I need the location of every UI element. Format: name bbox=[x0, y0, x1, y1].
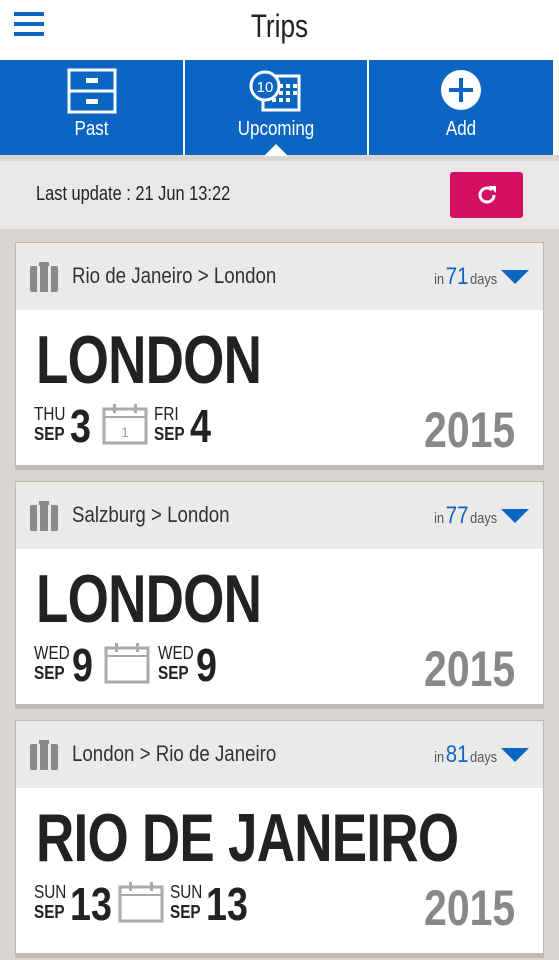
trip-card[interactable]: Rio de Janeiro > London in71 days LONDON … bbox=[15, 242, 544, 466]
trip-year: 2015 bbox=[423, 880, 515, 936]
trip-card[interactable]: London > Rio de Janeiro in81 days RIO DE … bbox=[15, 720, 544, 954]
start-day: 9 bbox=[72, 639, 93, 691]
trip-dates: WED SEP 9 WED SEP 9 bbox=[34, 639, 334, 691]
tab-bar: Past 10 Upcoming Add bbox=[0, 60, 559, 156]
calendar-nights-icon: 1 bbox=[102, 404, 148, 445]
end-day: 13 bbox=[206, 878, 248, 930]
trip-route: London > Rio de Janeiro bbox=[72, 741, 277, 766]
trip-year: 2015 bbox=[423, 402, 515, 458]
suitcase-icon bbox=[30, 501, 58, 531]
trip-year: 2015 bbox=[423, 641, 515, 697]
suitcase-icon bbox=[30, 262, 58, 292]
days-until: in77 days bbox=[434, 502, 497, 529]
expand-chevron-icon[interactable] bbox=[501, 270, 529, 284]
tab-label: Upcoming bbox=[237, 118, 315, 140]
trip-route: Rio de Janeiro > London bbox=[72, 263, 277, 288]
trip-card-header: Rio de Janeiro > London in71 days bbox=[16, 243, 543, 310]
expand-chevron-icon[interactable] bbox=[501, 748, 529, 762]
destination-city: LONDON bbox=[36, 322, 262, 398]
drawer-cabinet-icon bbox=[67, 68, 116, 114]
trip-card[interactable]: Salzburg > London in77 days LONDON WED SEP… bbox=[15, 481, 544, 705]
days-count: 71 bbox=[445, 263, 469, 290]
nights-count: 1 bbox=[121, 424, 129, 440]
days-until: in71 days bbox=[434, 263, 497, 290]
days-until: in81 days bbox=[434, 741, 497, 768]
hamburger-menu-icon[interactable] bbox=[14, 10, 46, 40]
last-update-text: Last update : 21 Jun 13:22 bbox=[36, 183, 231, 205]
start-date-label: SUN SEP bbox=[34, 882, 67, 922]
tab-add[interactable]: Add bbox=[369, 60, 553, 155]
start-day: 3 bbox=[70, 400, 91, 452]
end-date-label: FRI SEP bbox=[154, 404, 185, 444]
calendar-nights-icon bbox=[118, 882, 164, 923]
expand-chevron-icon[interactable] bbox=[501, 509, 529, 523]
tab-past[interactable]: Past bbox=[0, 60, 183, 155]
tab-label: Past bbox=[74, 118, 109, 140]
tab-label: Add bbox=[445, 118, 477, 140]
plus-circle-icon bbox=[441, 70, 481, 110]
destination-city: LONDON bbox=[36, 561, 262, 637]
start-day: 13 bbox=[70, 878, 112, 930]
update-bar: Last update : 21 Jun 13:22 bbox=[0, 161, 559, 229]
start-date-label: WED SEP bbox=[34, 643, 70, 683]
calendar-10-icon: 10 bbox=[249, 70, 301, 112]
start-date-label: THU SEP bbox=[34, 404, 66, 444]
end-date-label: WED SEP bbox=[158, 643, 194, 683]
page-title: Trips bbox=[250, 8, 309, 44]
end-date-label: SUN SEP bbox=[170, 882, 203, 922]
trip-dates: SUN SEP 13 SUN SEP 13 bbox=[34, 878, 334, 930]
trip-card-header: Salzburg > London in77 days bbox=[16, 482, 543, 549]
days-count: 81 bbox=[445, 741, 469, 768]
days-count: 77 bbox=[445, 502, 469, 529]
destination-city: RIO DE JANEIRO bbox=[36, 800, 459, 876]
tab-upcoming[interactable]: 10 Upcoming bbox=[185, 60, 367, 156]
refresh-button[interactable] bbox=[450, 172, 523, 218]
end-day: 9 bbox=[196, 639, 217, 691]
end-day: 4 bbox=[190, 400, 211, 452]
trip-card-header: London > Rio de Janeiro in81 days bbox=[16, 721, 543, 788]
trip-dates: THU SEP 3 1 FRI SEP 4 bbox=[34, 400, 334, 452]
suitcase-icon bbox=[30, 740, 58, 770]
calendar-nights-icon bbox=[104, 643, 150, 684]
refresh-icon bbox=[478, 186, 496, 204]
top-bar: Trips bbox=[0, 0, 559, 60]
trip-route: Salzburg > London bbox=[72, 502, 230, 527]
svg-text:10: 10 bbox=[257, 79, 274, 96]
active-tab-caret bbox=[264, 144, 288, 156]
